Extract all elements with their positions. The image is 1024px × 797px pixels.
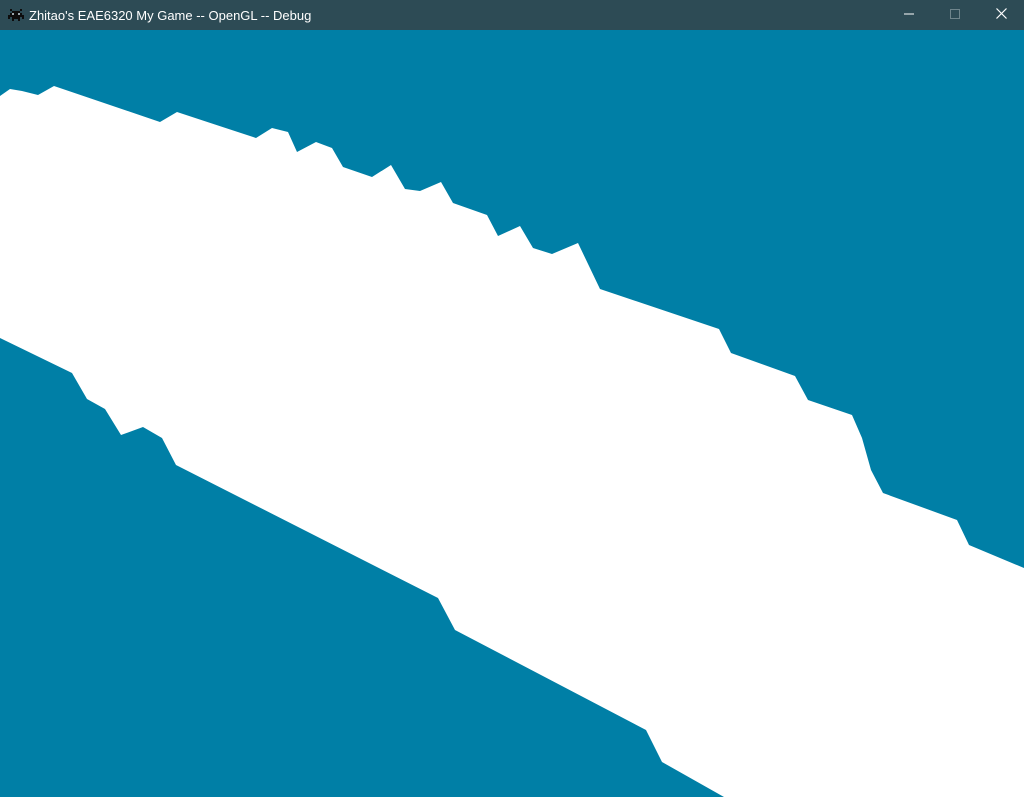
- title-bar[interactable]: Zhitao's EAE6320 My Game -- OpenGL -- De…: [0, 0, 1024, 30]
- space-invader-icon: [8, 7, 24, 23]
- window-title: Zhitao's EAE6320 My Game -- OpenGL -- De…: [29, 7, 312, 23]
- scene-canvas: [0, 30, 1024, 797]
- render-viewport[interactable]: [0, 30, 1024, 797]
- close-icon: [995, 6, 1007, 24]
- minimize-icon: [904, 6, 914, 24]
- maximize-icon: [950, 6, 960, 24]
- game-window: Zhitao's EAE6320 My Game -- OpenGL -- De…: [0, 0, 1024, 797]
- minimize-button[interactable]: [886, 0, 932, 30]
- close-button[interactable]: [978, 0, 1024, 30]
- maximize-button[interactable]: [932, 0, 978, 30]
- window-controls: [886, 0, 1024, 30]
